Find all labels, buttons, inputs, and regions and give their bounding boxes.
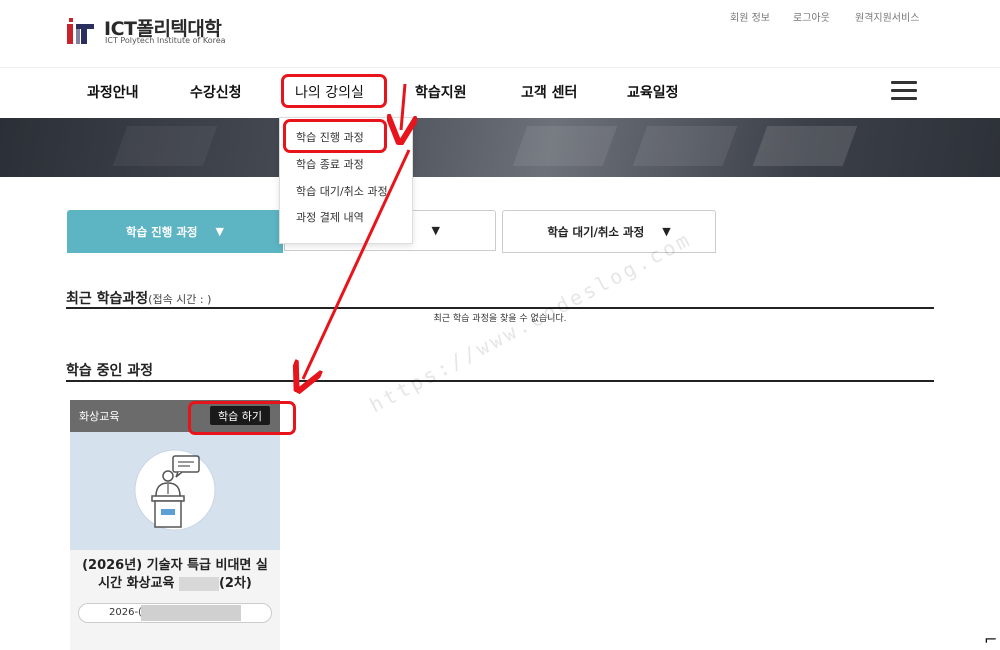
logo-icon (67, 18, 94, 44)
dropdown-item-waiting-cancelled[interactable]: 학습 대기/취소 과정 (296, 183, 388, 199)
dropdown-item-in-progress[interactable]: 학습 진행 과정 (296, 129, 364, 145)
dropdown-item-payment-history[interactable]: 과정 결제 내역 (296, 209, 364, 225)
card-header: 화상교육 학습 하기 (70, 400, 280, 432)
recent-access-time: (접속 시간 : ) (148, 293, 212, 306)
util-link-logout[interactable]: 로그아웃 (793, 9, 830, 24)
start-study-button[interactable]: 학습 하기 (210, 406, 270, 425)
util-link-remote-support[interactable]: 원격지원서비스 (855, 9, 919, 24)
header-divider (0, 67, 1000, 68)
hamburger-menu-icon[interactable] (891, 81, 917, 101)
nav-enroll[interactable]: 수강신청 (190, 82, 242, 102)
course-period: 2026-( (78, 603, 272, 623)
nav-learning-support[interactable]: 학습지원 (415, 82, 467, 102)
nav-customer-center[interactable]: 고객 센터 (521, 82, 577, 102)
recent-empty-message: 최근 학습 과정을 찾을 수 없습니다. (433, 314, 567, 324)
recent-section-title: 최근 학습과정(접속 시간 : ) (66, 291, 212, 307)
triangle-down-icon: ▼ (215, 225, 224, 238)
recent-divider (66, 307, 934, 309)
card-category: 화상교육 (79, 410, 120, 423)
nav-course-info[interactable]: 과정안내 (87, 82, 139, 102)
util-link-member-info[interactable]: 회원 정보 (730, 9, 770, 24)
ongoing-section-title: 학습 중인 과정 (66, 363, 154, 379)
course-thumbnail[interactable] (70, 432, 280, 550)
my-classroom-dropdown: 학습 진행 과정 학습 종료 과정 학습 대기/취소 과정 과정 결제 내역 (279, 117, 413, 244)
hero-banner (0, 118, 1000, 177)
course-title[interactable]: (2026년) 기술자 특급 비대면 실 시간 화상교육 (2차) (78, 557, 272, 593)
tab-label: 학습 대기/취소 과정 (547, 224, 645, 239)
tab-in-progress[interactable]: 학습 진행 과정 ▼ (67, 210, 283, 253)
dropdown-item-completed[interactable]: 학습 종료 과정 (296, 156, 364, 172)
ongoing-divider (66, 380, 934, 382)
course-card: 화상교육 학습 하기 (2026년) 기술자 특급 비대면 실 시간 화상교육 … (70, 400, 280, 650)
lecturer-podium-icon (134, 449, 216, 531)
course-period-text: 2026-( (109, 607, 142, 618)
redacted-text (178, 576, 219, 591)
corner-glyph-icon: ⌐ (984, 630, 998, 649)
nav-schedule[interactable]: 교육일정 (627, 82, 679, 102)
logo-subtitle: ICT Polytech Institute of Korea (105, 36, 226, 45)
tab-label: 학습 진행 과정 (126, 224, 198, 239)
redacted-text (141, 605, 241, 621)
triangle-down-icon: ▼ (431, 224, 440, 237)
nav-my-classroom[interactable]: 나의 강의실 (295, 82, 364, 102)
